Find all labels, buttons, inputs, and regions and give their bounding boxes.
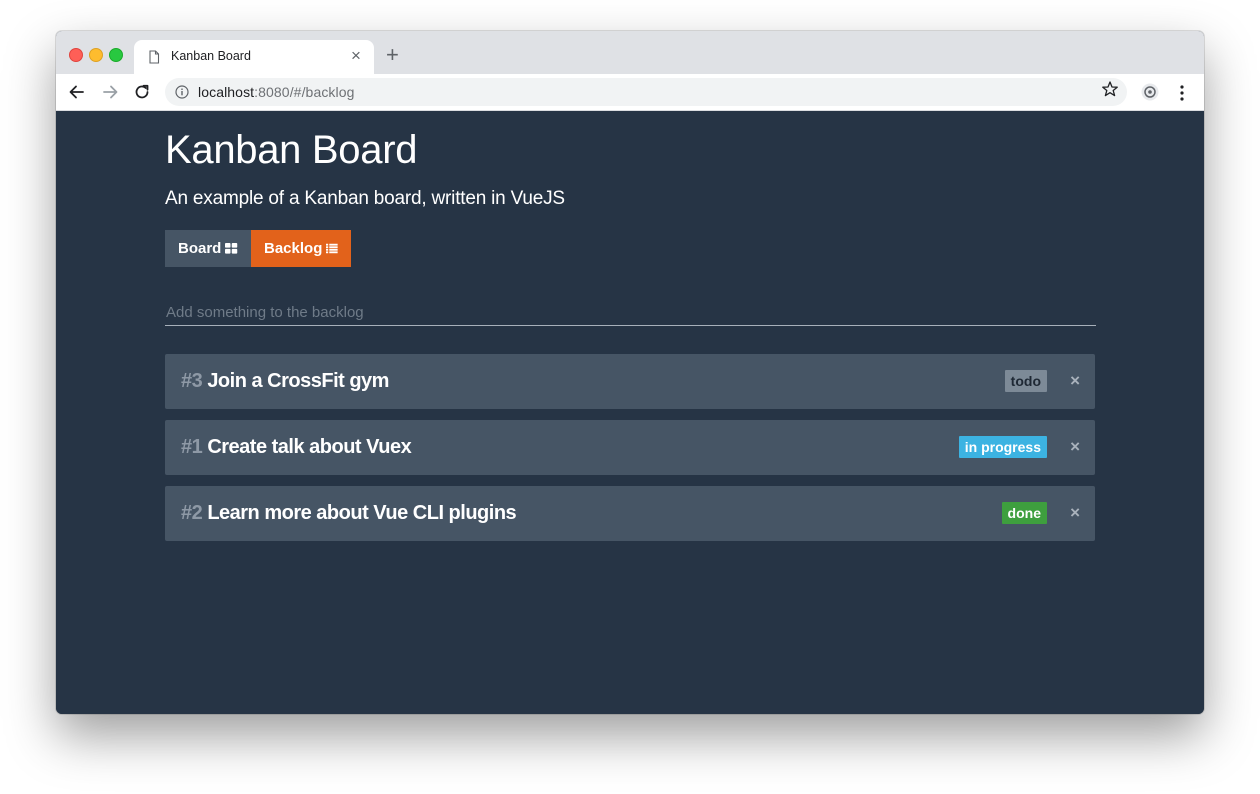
remove-item-icon[interactable]: × [1070,503,1080,523]
reload-icon[interactable] [132,82,152,102]
more-menu-icon[interactable] [1177,84,1187,102]
document-icon [149,50,160,64]
item-text: #1 Create talk about Vuex [181,436,412,459]
backlog-item[interactable]: #2 Learn more about Vue CLI plugins done… [165,486,1095,541]
item-text: #2 Learn more about Vue CLI plugins [181,502,517,525]
item-id: #2 [181,502,203,524]
page-subtitle: An example of a Kanban board, written in… [165,188,565,209]
browser-window: Kanban Board × + localhost:8080/#/backlo… [56,31,1204,714]
item-title: Learn more about Vue CLI plugins [207,502,517,524]
url-text: localhost:8080/#/backlog [198,84,355,100]
tab-title: Kanban Board [171,49,251,63]
page-title: Kanban Board [165,128,418,172]
remove-item-icon[interactable]: × [1070,371,1080,391]
board-button-label: Board [178,240,222,257]
extension-icon[interactable] [1141,83,1159,101]
item-id: #3 [181,370,203,392]
status-badge: todo [1004,370,1047,392]
minimize-window-button[interactable] [89,48,103,62]
back-arrow-icon[interactable] [67,82,87,102]
board-button[interactable]: Board [165,230,251,267]
view-switcher: Board Backlog [165,230,351,267]
url-host: localhost [198,84,255,100]
grid-icon [225,243,238,254]
url-path: :8080/#/backlog [254,84,355,100]
list-icon [326,243,338,254]
address-bar[interactable]: localhost:8080/#/backlog [165,78,1127,106]
browser-tab[interactable]: Kanban Board × [134,40,374,74]
info-icon[interactable] [175,85,189,99]
zoom-window-button[interactable] [109,48,123,62]
tab-strip: Kanban Board × + [56,31,1204,74]
forward-arrow-icon[interactable] [100,82,120,102]
backlog-list: #3 Join a CrossFit gym todo × #1 Create … [165,354,1095,552]
star-icon[interactable] [1101,80,1119,98]
backlog-button[interactable]: Backlog [251,230,351,267]
backlog-item[interactable]: #3 Join a CrossFit gym todo × [165,354,1095,409]
status-badge: done [1001,502,1047,524]
item-id: #1 [181,436,203,458]
browser-toolbar: localhost:8080/#/backlog [56,74,1204,111]
new-tab-button[interactable]: + [386,44,399,66]
remove-item-icon[interactable]: × [1070,437,1080,457]
item-text: #3 Join a CrossFit gym [181,370,389,393]
close-window-button[interactable] [69,48,83,62]
status-badge: in progress [958,436,1047,458]
backlog-item[interactable]: #1 Create talk about Vuex in progress × [165,420,1095,475]
backlog-button-label: Backlog [264,240,323,257]
page-content: Kanban Board An example of a Kanban boar… [56,111,1204,714]
add-backlog-input[interactable] [165,299,1096,326]
item-title: Join a CrossFit gym [207,370,389,392]
tab-close-icon[interactable]: × [351,47,361,65]
item-title: Create talk about Vuex [207,436,412,458]
